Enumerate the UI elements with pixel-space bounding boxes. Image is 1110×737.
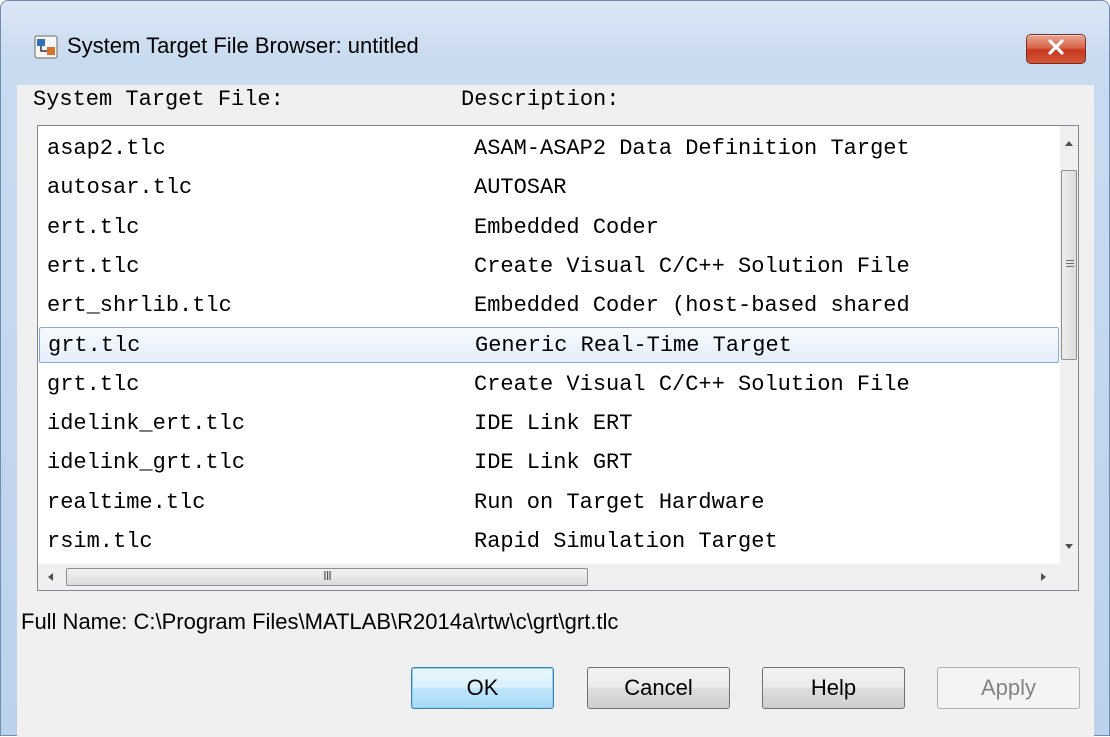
close-button[interactable]	[1026, 34, 1086, 64]
target-file-name: realtime.tlc	[47, 490, 206, 515]
target-file-name: grt.tlc	[48, 333, 141, 358]
vertical-scrollbar[interactable]	[1060, 126, 1078, 564]
scroll-right-arrow-icon[interactable]	[1041, 573, 1046, 581]
column-header-file: System Target File:	[33, 87, 284, 112]
cancel-button[interactable]: Cancel	[587, 667, 730, 709]
app-icon	[34, 35, 58, 59]
scroll-down-arrow-icon[interactable]	[1065, 544, 1073, 549]
help-button[interactable]: Help	[762, 667, 905, 709]
target-file-name: idelink_grt.tlc	[47, 450, 246, 475]
list-row[interactable]: rsim.tlc Rapid Simulation Target	[39, 523, 1059, 559]
full-name-value: C:\Program Files\MATLAB\R2014a\rtw\c\grt…	[133, 609, 619, 634]
list-row[interactable]: ert_shrlib.tlc Embedded Coder (host-based…	[39, 287, 1059, 323]
scroll-up-arrow-icon[interactable]	[1065, 141, 1073, 146]
list-row[interactable]: grt.tlc Create Visual C/C++ Solution File	[39, 366, 1059, 402]
list-row[interactable]: idelink_ert.tlc IDE Link ERT	[39, 405, 1059, 441]
target-file-name: ert.tlc	[47, 254, 140, 279]
list-row-selected[interactable]: grt.tlc Generic Real-Time Target	[39, 327, 1059, 363]
target-file-name: grt.tlc	[47, 372, 140, 397]
target-file-description: IDE Link ERT	[474, 411, 633, 436]
thumb-grip-line	[1066, 263, 1074, 264]
target-file-description: Embedded Coder (host-based shared	[474, 293, 910, 318]
scrollbar-corner	[1060, 564, 1078, 590]
list-row[interactable]: ert.tlc Create Visual C/C++ Solution File	[39, 248, 1059, 284]
thumb-grip: III	[323, 568, 332, 583]
target-file-description: Embedded Coder	[474, 215, 659, 240]
list-row[interactable]: ert.tlc Embedded Coder	[39, 209, 1059, 245]
target-file-name: idelink_ert.tlc	[47, 411, 246, 436]
target-file-name: asap2.tlc	[47, 136, 166, 161]
target-file-description: Rapid Simulation Target	[474, 529, 778, 554]
full-name-label: Full Name:	[21, 609, 128, 634]
title-bar[interactable]: System Target File Browser: untitled	[1, 1, 1109, 85]
list-row[interactable]: asap2.tlc ASAM-ASAP2 Data Definition Targ…	[39, 130, 1059, 166]
list-row[interactable]: idelink_grt.tlc IDE Link GRT	[39, 444, 1059, 480]
target-file-description: IDE Link GRT	[474, 450, 633, 475]
close-icon	[1047, 38, 1065, 60]
target-file-name: autosar.tlc	[47, 175, 193, 200]
column-header-description: Description:	[461, 87, 620, 112]
target-file-description: Run on Target Hardware	[474, 490, 765, 515]
list-row[interactable]: realtime.tlc Run on Target Hardware	[39, 484, 1059, 520]
vertical-scroll-thumb[interactable]	[1061, 170, 1077, 360]
apply-button[interactable]: Apply	[937, 667, 1080, 709]
target-file-name: ert_shrlib.tlc	[47, 293, 232, 318]
window-title: System Target File Browser: untitled	[67, 33, 419, 58]
dialog-window: System Target File Browser: untitled Sys…	[0, 0, 1110, 737]
target-file-description: Create Visual C/C++ Solution File	[474, 254, 910, 279]
list-row[interactable]: autosar.tlc AUTOSAR	[39, 169, 1059, 205]
target-file-list[interactable]: asap2.tlc ASAM-ASAP2 Data Definition Targ…	[37, 125, 1079, 591]
horizontal-scrollbar[interactable]: III	[38, 564, 1060, 590]
target-file-description: AUTOSAR	[474, 175, 567, 200]
list-rows: asap2.tlc ASAM-ASAP2 Data Definition Targ…	[38, 126, 1060, 564]
ok-button[interactable]: OK	[411, 667, 554, 709]
scroll-left-arrow-icon[interactable]	[48, 573, 53, 581]
target-file-name: ert.tlc	[47, 215, 140, 240]
thumb-grip-line	[1066, 266, 1074, 267]
target-file-name: rsim.tlc	[47, 529, 153, 554]
horizontal-scroll-thumb[interactable]: III	[66, 568, 588, 586]
target-file-description: ASAM-ASAP2 Data Definition Target	[474, 136, 910, 161]
dialog-content: System Target File: Description: asap2.t…	[17, 85, 1094, 737]
thumb-grip-line	[1066, 260, 1074, 261]
full-name-text: Full Name: C:\Program Files\MATLAB\R2014…	[21, 609, 618, 635]
target-file-description: Generic Real-Time Target	[475, 333, 792, 358]
target-file-description: Create Visual C/C++ Solution File	[474, 372, 910, 397]
